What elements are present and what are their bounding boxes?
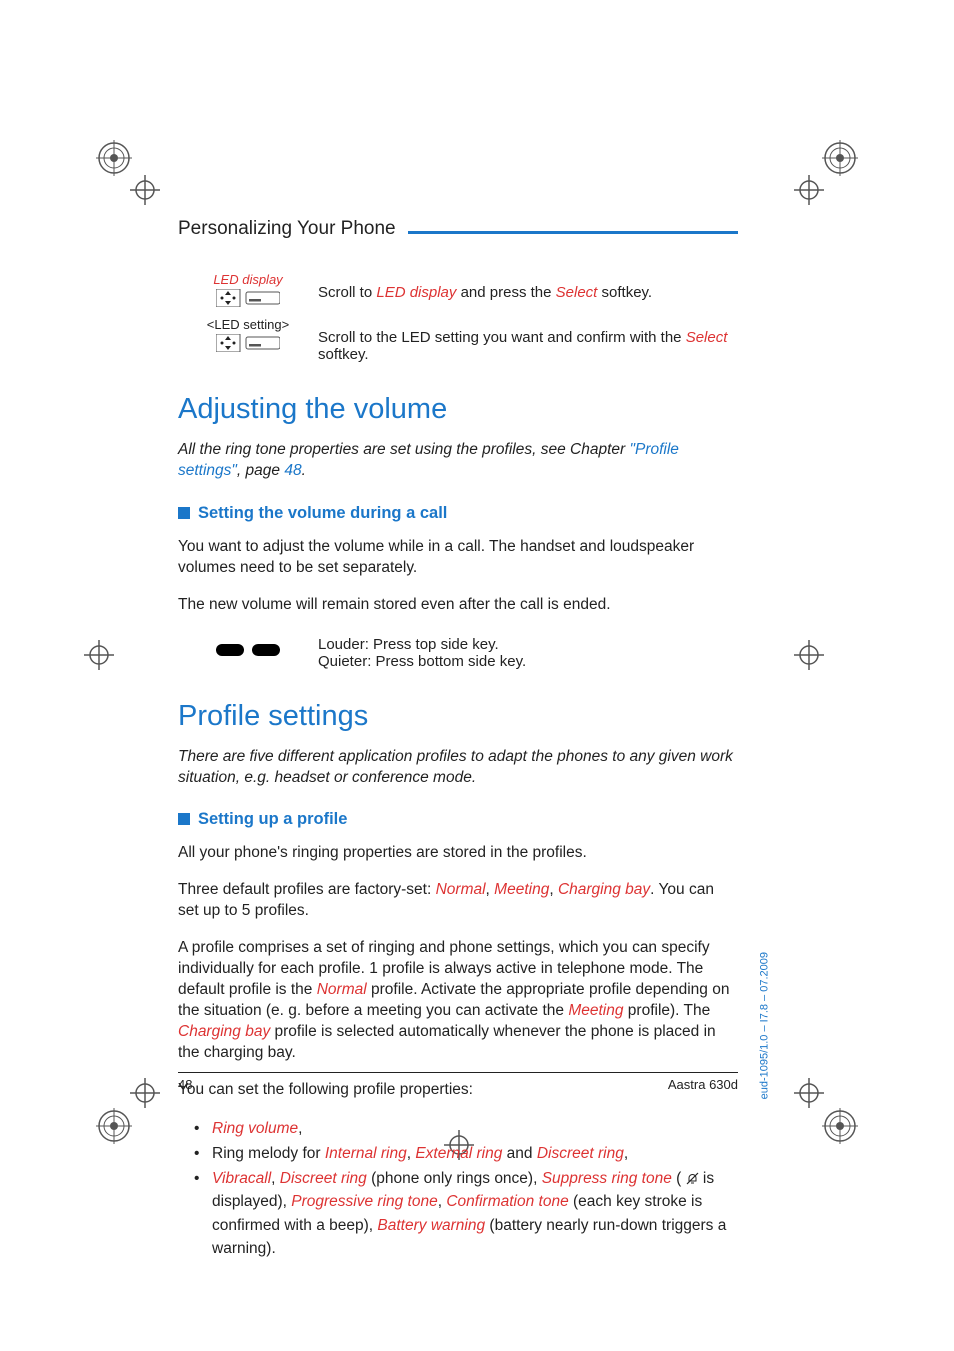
- running-header: Personalizing Your Phone: [178, 218, 738, 240]
- instruction-step: LED display Scroll to LED display and pr…: [178, 272, 738, 307]
- registration-mark-icon: [822, 1108, 858, 1144]
- crosshair-icon: [794, 1078, 824, 1108]
- step-text: Scroll to LED display and press the Sele…: [318, 272, 738, 301]
- body-text: Three default profiles are factory-set: …: [178, 880, 738, 922]
- document-id: eud-1095/1.0 – I7.8 – 07.2009: [758, 952, 770, 1099]
- bell-mute-icon: [686, 1170, 699, 1187]
- section-intro: There are five different application pro…: [178, 747, 738, 789]
- crosshair-icon: [130, 175, 160, 205]
- nav-keys-icon: [216, 334, 280, 352]
- body-text: All your phone's ringing properties are …: [178, 843, 738, 864]
- body-text: A profile comprises a set of ringing and…: [178, 938, 738, 1064]
- step-text: Louder: Press top side key. Quieter: Pre…: [318, 632, 738, 670]
- subsection-setting-up-profile: Setting up a profile: [178, 810, 738, 829]
- instruction-step: Louder: Press top side key. Quieter: Pre…: [178, 632, 738, 670]
- link-page-ref[interactable]: 48: [284, 462, 301, 479]
- section-title-adjusting-volume: Adjusting the volume: [178, 393, 738, 426]
- crosshair-icon: [130, 1078, 160, 1108]
- registration-mark-icon: [96, 140, 132, 176]
- side-keys-icon: [216, 644, 280, 656]
- body-text: The new volume will remain stored even a…: [178, 595, 738, 616]
- list-item: Ring melody for Internal ring, External …: [198, 1142, 738, 1165]
- page-number: 48: [178, 1077, 192, 1092]
- nav-keys-icon: [216, 289, 280, 307]
- step-icon-column: LED display: [178, 272, 318, 307]
- body-text: You want to adjust the volume while in a…: [178, 537, 738, 579]
- bullet-list: Ring volume, Ring melody for Internal ri…: [198, 1117, 738, 1261]
- model-name: Aastra 630d: [668, 1077, 738, 1092]
- header-rule-icon: [408, 231, 738, 234]
- crosshair-icon: [794, 175, 824, 205]
- crosshair-icon: [794, 640, 824, 670]
- instruction-step: <LED setting> Scroll to the LED setting …: [178, 317, 738, 363]
- subsection-setting-volume: Setting the volume during a call: [178, 504, 738, 523]
- registration-mark-icon: [822, 140, 858, 176]
- step-caption: LED display: [178, 272, 318, 287]
- page-footer: 48 Aastra 630d: [178, 1072, 738, 1092]
- content-area: Personalizing Your Phone LED display: [178, 218, 738, 1262]
- running-header-text: Personalizing Your Phone: [178, 218, 396, 240]
- page: Personalizing Your Phone LED display: [0, 0, 954, 1351]
- step-text: Scroll to the LED setting you want and c…: [318, 317, 738, 363]
- section-title-profile-settings: Profile settings: [178, 700, 738, 733]
- step-icon-column: [178, 632, 318, 659]
- list-item: Ring volume,: [198, 1117, 738, 1140]
- section-intro: All the ring tone properties are set usi…: [178, 440, 738, 482]
- crosshair-icon: [84, 640, 114, 670]
- registration-mark-icon: [96, 1108, 132, 1144]
- list-item: Vibracall, Discreet ring (phone only rin…: [198, 1167, 738, 1260]
- square-bullet-icon: [178, 813, 190, 825]
- step-caption: <LED setting>: [178, 317, 318, 332]
- step-icon-column: <LED setting>: [178, 317, 318, 352]
- square-bullet-icon: [178, 507, 190, 519]
